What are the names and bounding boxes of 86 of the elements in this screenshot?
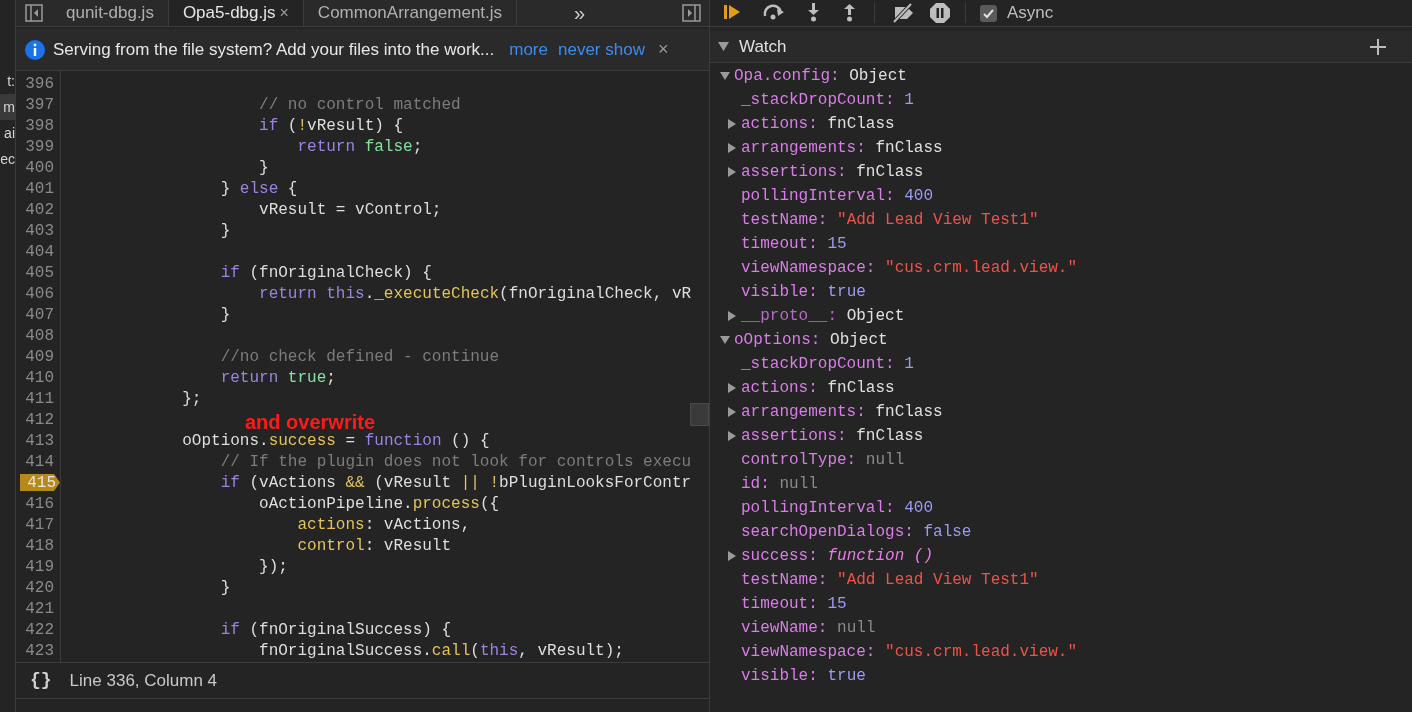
info-link[interactable]: never show xyxy=(558,36,645,63)
code-line: if (!vResult) { xyxy=(258,115,404,137)
expand-triangle-icon[interactable] xyxy=(727,407,737,417)
watch-entry[interactable]: viewNamespace: "cus.crm.lead.view." xyxy=(741,640,1078,664)
watch-entry[interactable]: pollingInterval: 400 xyxy=(741,184,934,208)
annotation-text: and overwrite xyxy=(245,410,376,433)
code-line: control: vResult xyxy=(296,535,452,557)
expand-triangle-icon[interactable] xyxy=(727,167,737,177)
expand-triangle-icon[interactable] xyxy=(727,119,737,129)
code-line: } xyxy=(219,304,231,326)
code-line: } xyxy=(258,157,269,179)
async-label: Async xyxy=(1007,2,1054,25)
code-line: if (vActions && (vResult || !bPluginLooksForContr xyxy=(219,472,692,494)
watch-entry[interactable]: id: null xyxy=(741,472,818,496)
watch-entry[interactable]: testName: "Add Lead View Test1" xyxy=(741,208,1039,232)
expand-triangle-icon[interactable] xyxy=(727,551,737,561)
watch-entry[interactable]: __proto__: Object xyxy=(741,304,905,328)
expand-triangle-icon[interactable] xyxy=(727,431,737,441)
watch-entry[interactable]: controlType: null xyxy=(741,448,905,472)
code-line: //no check defined - continue xyxy=(219,346,500,368)
watch-entry[interactable]: success: function () xyxy=(741,544,934,568)
watch-entry[interactable]: _stackDropCount: 1 xyxy=(741,352,914,376)
navigator-item[interactable]: ec xyxy=(0,146,15,172)
code-line: return this._executeCheck(fnOriginalCheck, vR xyxy=(258,283,692,305)
navigator-item[interactable]: ai xyxy=(0,120,15,146)
expand-triangle-icon[interactable] xyxy=(727,383,737,393)
watch-entry[interactable]: oOptions: Object xyxy=(734,328,888,352)
code-line: actions: vActions, xyxy=(296,514,471,536)
watch-title: Watch xyxy=(739,35,787,58)
code-line: return true; xyxy=(219,367,336,389)
expand-triangle-icon[interactable] xyxy=(727,143,737,153)
code-line: if (fnOriginalSuccess) { xyxy=(219,619,452,641)
add-icon[interactable] xyxy=(1370,38,1386,55)
watch-entry[interactable]: arrangements: fnClass xyxy=(741,136,943,160)
close-button[interactable]: × xyxy=(657,36,669,63)
pause-on-exceptions-icon[interactable] xyxy=(929,2,951,24)
watch-entry[interactable]: pollingInterval: 400 xyxy=(741,496,934,520)
watch-header[interactable]: Watch xyxy=(710,31,1412,63)
navigator-item[interactable]: t: xyxy=(0,68,15,94)
watch-entry[interactable]: viewNamespace: "cus.crm.lead.view." xyxy=(741,256,1078,280)
watch-entry[interactable]: assertions: fnClass xyxy=(741,424,924,448)
scrollbar-thumb[interactable] xyxy=(690,403,709,426)
code-line: if (fnOriginalCheck) { xyxy=(219,262,432,284)
collapse-triangle-icon[interactable] xyxy=(720,335,730,345)
code-line: }; xyxy=(181,388,202,410)
collapse-triangle-icon[interactable] xyxy=(720,71,730,81)
cursor-position: Line 336, Column 4 xyxy=(69,669,218,692)
editor-tab[interactable]: qunit-dbg.js xyxy=(52,0,169,26)
watch-entry[interactable]: testName: "Add Lead View Test1" xyxy=(741,568,1039,592)
code-line: }); xyxy=(258,556,288,578)
code-line: fnOriginalSuccess.call(this, vResult); xyxy=(258,640,624,662)
watch-entry[interactable]: assertions: fnClass xyxy=(741,160,924,184)
toggle-sidebar-icon[interactable] xyxy=(681,2,703,24)
editor-tab[interactable]: CommonArrangement.js xyxy=(303,0,518,26)
toggle-navigator-icon[interactable] xyxy=(23,2,45,24)
collapse-triangle-icon[interactable] xyxy=(718,41,729,52)
code-line: return false; xyxy=(296,136,423,158)
watch-entry[interactable]: viewName: null xyxy=(741,616,876,640)
code-line: } xyxy=(219,220,231,242)
expand-triangle-icon[interactable] xyxy=(727,311,737,321)
watch-entry[interactable]: _stackDropCount: 1 xyxy=(741,88,914,112)
code-line: // If the plugin does not look for controls execu xyxy=(219,451,692,473)
code-line: // no control matched xyxy=(258,94,461,116)
code-line: vResult = vControl; xyxy=(258,199,442,221)
watch-entry[interactable]: timeout: 15 xyxy=(741,232,847,256)
watch-entry[interactable]: actions: fnClass xyxy=(741,112,895,136)
close-tab-button[interactable]: × xyxy=(279,1,289,25)
watch-entry[interactable]: searchOpenDialogs: false xyxy=(741,520,972,544)
navigator-item[interactable]: m xyxy=(0,94,15,120)
watch-entry[interactable]: actions: fnClass xyxy=(741,376,895,400)
code-line: oOptions.success = function () { xyxy=(181,430,490,452)
info-message: Serving from the file system? Add your files into the work... xyxy=(53,38,495,61)
watch-entry[interactable]: visible: true xyxy=(741,664,866,688)
watch-entry[interactable]: Opa.config: Object xyxy=(734,64,907,88)
info-link[interactable]: more xyxy=(509,36,548,63)
watch-entry[interactable]: arrangements: fnClass xyxy=(741,400,943,424)
code-line: oActionPipeline.process({ xyxy=(258,493,500,515)
info-icon xyxy=(24,38,46,61)
code-line: } else { xyxy=(219,178,298,200)
editor-tab[interactable]: Opa5-dbg.js × xyxy=(168,0,304,26)
async-checkbox[interactable] xyxy=(980,4,997,22)
pretty-print-button[interactable]: {} xyxy=(30,667,52,694)
code-line: } xyxy=(219,577,231,599)
watch-entry[interactable]: visible: true xyxy=(741,280,866,304)
watch-entry[interactable]: timeout: 15 xyxy=(741,592,847,616)
more-tabs-button[interactable]: » xyxy=(573,0,585,28)
